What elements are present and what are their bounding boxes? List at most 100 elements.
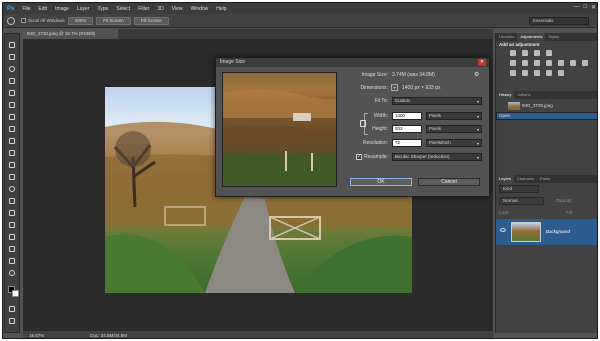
adjustments-title: Add an adjustment (499, 42, 540, 47)
blur-tool-icon[interactable] (9, 186, 16, 193)
resolution-unit-value: Pixels/Inch (429, 140, 451, 145)
eyedropper-tool-icon[interactable] (9, 102, 16, 109)
menu-view[interactable]: View (168, 6, 187, 12)
tab-adjustments[interactable]: Adjustments (517, 33, 546, 41)
marquee-tool-icon[interactable] (9, 54, 16, 61)
photo-filter-icon[interactable] (558, 60, 564, 66)
screen-mode-icon[interactable] (9, 318, 16, 325)
tab-history[interactable]: History (496, 91, 515, 99)
tab-actions[interactable]: Actions (514, 91, 533, 99)
threshold-icon[interactable] (534, 70, 540, 76)
close-window-icon[interactable]: ✕ (591, 4, 596, 11)
resample-select[interactable]: Bicubic Sharper (reduction) ▾ (392, 153, 482, 161)
quick-select-tool-icon[interactable] (9, 78, 16, 85)
maximize-icon[interactable]: □ (583, 4, 587, 11)
color-balance-icon[interactable] (534, 60, 540, 66)
tab-layers[interactable]: Layers (496, 175, 515, 183)
menu-layer[interactable]: Layer (73, 6, 94, 12)
scroll-all-windows-checkbox[interactable] (21, 18, 26, 23)
tab-channels[interactable]: Channels (514, 175, 537, 183)
layer-filter-select[interactable]: Kind (499, 185, 539, 193)
hand-tool-panel-icon[interactable] (9, 258, 16, 265)
cancel-button[interactable]: Cancel (418, 178, 480, 186)
quick-mask-icon[interactable] (9, 306, 16, 313)
height-unit-select[interactable]: Pixels ▾ (426, 125, 482, 133)
fit-screen-button[interactable]: Fit Screen (96, 16, 131, 25)
width-input[interactable]: 1400 (392, 112, 422, 120)
brush-tool-icon[interactable] (9, 126, 16, 133)
history-state-open[interactable]: Open (496, 112, 597, 120)
menu-type[interactable]: Type (93, 6, 112, 12)
dialog-close-button[interactable]: ✕ (478, 59, 486, 66)
vibrance-icon[interactable] (510, 60, 516, 66)
snapshot-label: IMG_3730.jpeg (522, 103, 553, 108)
zoom-level[interactable]: 16.67% (23, 333, 50, 338)
color-lookup-icon[interactable] (582, 60, 588, 66)
layer-name: Background (546, 229, 571, 234)
tab-libraries[interactable]: Libraries (496, 33, 517, 41)
dodge-tool-icon[interactable] (9, 198, 16, 205)
width-unit-value: Pixels (429, 113, 442, 118)
selective-color-icon[interactable] (546, 70, 552, 76)
tab-paths[interactable]: Paths (537, 175, 553, 183)
lasso-tool-icon[interactable] (9, 66, 16, 73)
height-input[interactable]: 933 (392, 125, 422, 133)
resample-checkbox[interactable]: ✓ (356, 154, 362, 160)
curves-icon[interactable] (534, 50, 540, 56)
opacity-label: Opacity: (556, 198, 573, 203)
menu-filter[interactable]: Filter (134, 6, 153, 12)
dimensions-unit-chevron-icon[interactable]: ▾ (391, 84, 398, 91)
shape-tool-icon[interactable] (9, 246, 16, 253)
menu-select[interactable]: Select (112, 6, 134, 12)
gradient-map-icon[interactable] (558, 70, 564, 76)
black-white-icon[interactable] (546, 60, 552, 66)
type-tool-icon[interactable] (9, 222, 16, 229)
ok-button[interactable]: OK (350, 178, 412, 186)
resolution-input[interactable]: 72 (392, 139, 422, 147)
hue-saturation-icon[interactable] (522, 60, 528, 66)
channel-mixer-icon[interactable] (570, 60, 576, 66)
fit-to-label: Fit To: (374, 98, 388, 104)
height-label: Height: (372, 126, 388, 132)
document-tab[interactable]: IMG_3730.jpeg @ 16.7% (RGB/8) (23, 29, 118, 39)
fit-to-select[interactable]: Custom ▾ (392, 97, 482, 105)
resolution-unit-select[interactable]: Pixels/Inch ▾ (426, 139, 482, 147)
history-snapshot[interactable]: IMG_3730.jpeg (496, 100, 597, 111)
levels-icon[interactable] (522, 50, 528, 56)
lock-label: Lock: (499, 210, 510, 215)
fit-to-value: Custom (395, 98, 411, 103)
zoom-tool-icon[interactable] (9, 270, 16, 277)
tab-styles[interactable]: Styles (545, 33, 562, 41)
path-select-tool-icon[interactable] (9, 234, 16, 241)
posterize-icon[interactable] (522, 70, 528, 76)
clone-stamp-icon[interactable] (9, 138, 16, 145)
healing-brush-icon[interactable] (9, 114, 16, 121)
image-preview[interactable] (222, 72, 337, 187)
blend-mode-select[interactable]: Normal (499, 197, 544, 205)
workspace-select[interactable]: Essentials (529, 17, 589, 25)
menu-window[interactable]: Window (186, 6, 212, 12)
hand-tool-icon[interactable] (7, 16, 15, 25)
layer-background[interactable]: Background (496, 219, 597, 245)
menu-image[interactable]: Image (51, 6, 73, 12)
menu-3d[interactable]: 3D (153, 6, 167, 12)
gradient-tool-icon[interactable] (9, 174, 16, 181)
fill-screen-button[interactable]: Fill Screen (133, 16, 170, 25)
eraser-tool-icon[interactable] (9, 162, 16, 169)
crop-tool-icon[interactable] (9, 90, 16, 97)
move-tool-icon[interactable] (9, 42, 16, 49)
visibility-eye-icon[interactable] (500, 228, 506, 232)
background-color-swatch[interactable] (12, 290, 19, 297)
pen-tool-icon[interactable] (9, 210, 16, 217)
width-unit-select[interactable]: Pixels ▾ (426, 112, 482, 120)
settings-gear-icon[interactable]: ⚙ (474, 71, 479, 78)
history-brush-icon[interactable] (9, 150, 16, 157)
invert-icon[interactable] (510, 70, 516, 76)
menu-file[interactable]: File (18, 6, 34, 12)
brightness-contrast-icon[interactable] (510, 50, 516, 56)
zoom-100-button[interactable]: 100% (67, 16, 94, 25)
minimize-icon[interactable]: — (573, 4, 579, 11)
menu-help[interactable]: Help (212, 6, 230, 12)
exposure-icon[interactable] (546, 50, 552, 56)
menu-edit[interactable]: Edit (34, 6, 51, 12)
